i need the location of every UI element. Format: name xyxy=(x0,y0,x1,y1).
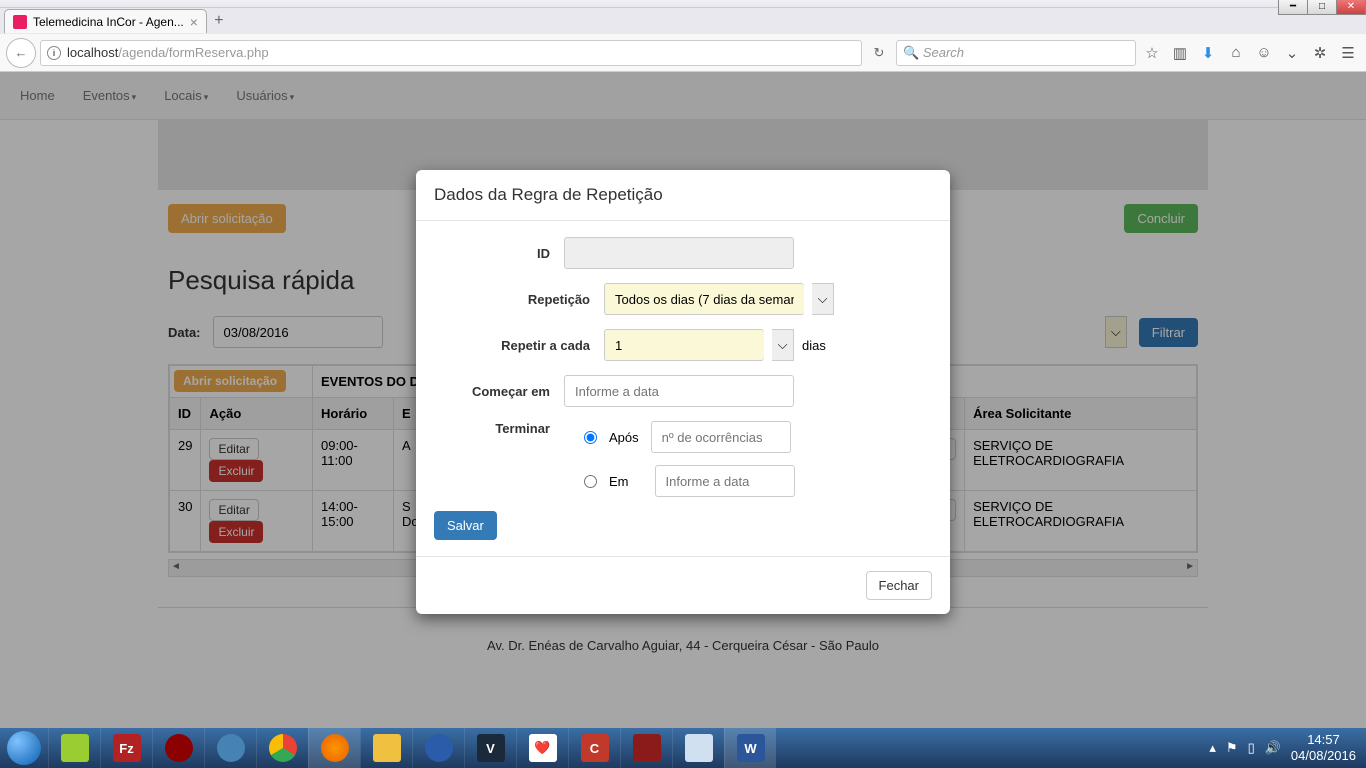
tab-title: Telemedicina InCor - Agen... xyxy=(33,15,184,29)
taskbar-app-safari[interactable] xyxy=(204,728,256,768)
window-maximize[interactable]: □ xyxy=(1307,0,1337,15)
site-info-icon[interactable]: i xyxy=(47,46,61,60)
taskbar-app-filezilla[interactable]: Fz xyxy=(100,728,152,768)
repetition-modal: Dados da Regra de Repetição ID Repetição… xyxy=(416,170,950,614)
search-box[interactable]: 🔍 Search xyxy=(896,40,1136,66)
pocket-icon[interactable]: ⌄ xyxy=(1280,44,1304,62)
new-tab-button[interactable]: + xyxy=(207,10,231,32)
apos-radio[interactable] xyxy=(584,431,597,444)
taskbar-app-firefox[interactable] xyxy=(308,728,360,768)
repeticao-select[interactable] xyxy=(604,283,804,315)
browser-tabstrip: Telemedicina InCor - Agen... × + xyxy=(0,8,1366,34)
windows-orb-icon xyxy=(7,731,41,765)
comecar-input[interactable] xyxy=(564,375,794,407)
url-host: localhost xyxy=(67,45,118,60)
em-input[interactable] xyxy=(655,465,795,497)
apos-input[interactable] xyxy=(651,421,791,453)
search-icon: 🔍 xyxy=(903,45,923,61)
menu-icon[interactable]: ☰ xyxy=(1336,44,1360,62)
apos-label: Após xyxy=(609,430,639,445)
taskbar-app-v[interactable]: V xyxy=(464,728,516,768)
reload-button[interactable]: ↻ xyxy=(866,45,892,61)
repetir-cada-input[interactable] xyxy=(604,329,764,361)
tray-network-icon[interactable]: ▯ xyxy=(1248,740,1255,756)
save-button[interactable]: Salvar xyxy=(434,511,497,540)
windows-taskbar: Fz V ❤️ C W ▴ ⚑ ▯ 🔊 14:57 04/08/2016 xyxy=(0,728,1366,768)
back-button[interactable]: ← xyxy=(6,38,36,68)
browser-tab[interactable]: Telemedicina InCor - Agen... × xyxy=(4,9,207,33)
taskbar-app-word[interactable]: W xyxy=(724,728,776,768)
clock[interactable]: 14:57 04/08/2016 xyxy=(1291,732,1356,763)
tab-close-icon[interactable]: × xyxy=(190,14,198,30)
chevron-down-icon[interactable]: ⌵ xyxy=(812,283,834,315)
em-radio[interactable] xyxy=(584,475,597,488)
taskbar-app-chrome[interactable] xyxy=(256,728,308,768)
taskbar-app-notepad[interactable] xyxy=(672,728,724,768)
tray-flag-icon[interactable]: ⚑ xyxy=(1226,740,1238,756)
address-bar[interactable]: i localhost/agenda/formReserva.php xyxy=(40,40,862,66)
repeticao-label: Repetição xyxy=(434,292,604,307)
url-path: /agenda/formReserva.php xyxy=(118,45,268,60)
id-input xyxy=(564,237,794,269)
em-label: Em xyxy=(609,474,629,489)
window-close[interactable]: ✕ xyxy=(1336,0,1366,15)
comecar-label: Começar em xyxy=(434,384,564,399)
taskbar-app-explorer[interactable] xyxy=(360,728,412,768)
page-content: Home Eventos▾ Locais▾ Usuários▾ Abrir so… xyxy=(0,72,1366,768)
window-minimize[interactable]: ━ xyxy=(1278,0,1308,15)
search-placeholder: Search xyxy=(923,45,964,60)
close-button[interactable]: Fechar xyxy=(866,571,932,600)
bookmark-star-icon[interactable]: ☆ xyxy=(1140,44,1164,62)
taskbar-app-c[interactable]: C xyxy=(568,728,620,768)
start-button[interactable] xyxy=(0,728,48,768)
system-tray[interactable]: ▴ ⚑ ▯ 🔊 14:57 04/08/2016 xyxy=(1199,732,1366,763)
dias-unit: dias xyxy=(802,338,826,353)
taskbar-app-thunderbird[interactable] xyxy=(412,728,464,768)
id-label: ID xyxy=(434,246,564,261)
terminar-label: Terminar xyxy=(434,421,564,436)
window-titlebar: ━ □ ✕ xyxy=(0,0,1366,8)
tray-volume-icon[interactable]: 🔊 xyxy=(1265,740,1281,756)
browser-toolbar: ← i localhost/agenda/formReserva.php ↻ 🔍… xyxy=(0,34,1366,72)
home-icon[interactable]: ⌂ xyxy=(1224,44,1248,61)
taskbar-app-opera[interactable] xyxy=(152,728,204,768)
addons-icon[interactable]: ✲ xyxy=(1308,44,1332,62)
taskbar-app-heart[interactable]: ❤️ xyxy=(516,728,568,768)
tray-expand-icon[interactable]: ▴ xyxy=(1209,740,1216,756)
downloads-icon[interactable]: ⬇ xyxy=(1196,44,1220,62)
taskbar-app-monitor[interactable] xyxy=(620,728,672,768)
chat-icon[interactable]: ☺ xyxy=(1252,44,1276,61)
favicon xyxy=(13,15,27,29)
modal-title: Dados da Regra de Repetição xyxy=(416,170,950,221)
library-icon[interactable]: ▥ xyxy=(1168,44,1192,62)
chevron-down-icon[interactable]: ⌵ xyxy=(772,329,794,361)
repetir-cada-label: Repetir a cada xyxy=(434,338,604,353)
taskbar-app-notepadpp[interactable] xyxy=(48,728,100,768)
